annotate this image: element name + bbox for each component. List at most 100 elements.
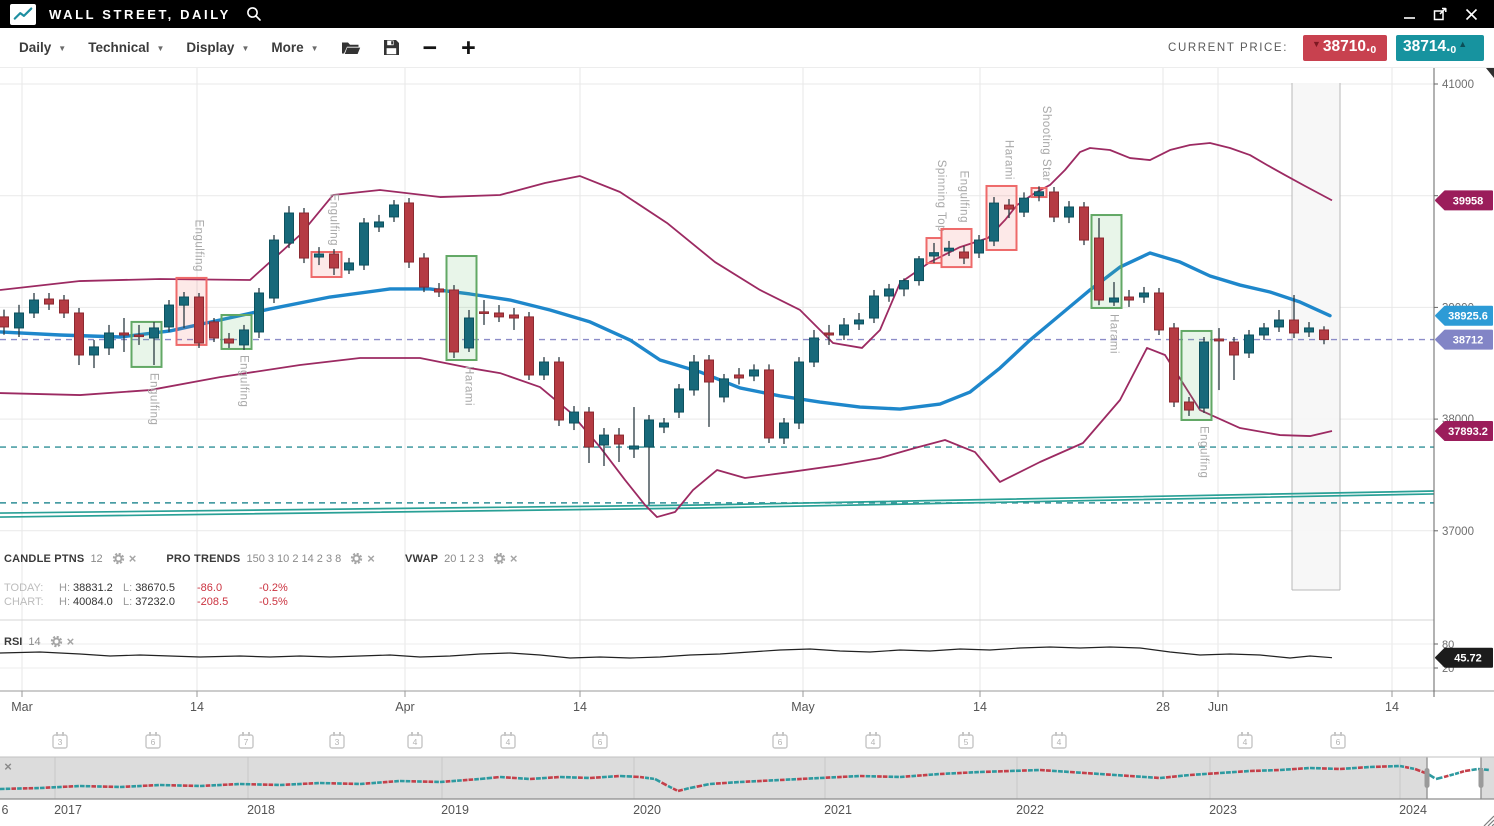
candle[interactable] xyxy=(450,290,459,352)
candle[interactable] xyxy=(810,338,819,362)
candle[interactable] xyxy=(705,360,714,382)
candle[interactable] xyxy=(1290,320,1299,333)
candle[interactable] xyxy=(885,289,894,296)
zoom-out-button[interactable]: − xyxy=(423,38,438,58)
candle[interactable] xyxy=(210,322,219,338)
candle[interactable] xyxy=(195,297,204,343)
candle[interactable] xyxy=(30,300,39,313)
candle[interactable] xyxy=(360,223,369,265)
candle[interactable] xyxy=(975,240,984,253)
candle[interactable] xyxy=(945,248,954,251)
candle[interactable] xyxy=(750,370,759,376)
candle[interactable] xyxy=(675,389,684,412)
close-button[interactable] xyxy=(1465,8,1478,21)
candle[interactable] xyxy=(1185,402,1194,410)
candle[interactable] xyxy=(405,203,414,262)
candle[interactable] xyxy=(780,423,789,438)
candle[interactable] xyxy=(240,330,249,345)
candle[interactable] xyxy=(330,254,339,268)
navigator-close-icon[interactable]: × xyxy=(4,759,12,774)
minimize-button[interactable] xyxy=(1403,8,1416,21)
candle[interactable] xyxy=(375,222,384,227)
candle[interactable] xyxy=(15,313,24,328)
candle[interactable] xyxy=(60,300,69,313)
close-icon[interactable]: × xyxy=(67,636,75,647)
candle[interactable] xyxy=(0,317,9,327)
candle[interactable] xyxy=(720,379,729,397)
gear-icon[interactable] xyxy=(493,552,506,565)
price-chart-canvas[interactable]: EngulfingEngulfingEngulfingEngulfingHara… xyxy=(0,68,1494,826)
menu-more[interactable]: More ▼ xyxy=(271,40,318,55)
search-icon[interactable] xyxy=(246,6,262,22)
candle[interactable] xyxy=(1320,330,1329,340)
candle[interactable] xyxy=(540,362,549,375)
candle[interactable] xyxy=(600,435,609,445)
gear-icon[interactable] xyxy=(350,552,363,565)
menu-display[interactable]: Display ▼ xyxy=(186,40,249,55)
candle[interactable] xyxy=(345,263,354,270)
candle[interactable] xyxy=(465,318,474,348)
candle[interactable] xyxy=(990,203,999,241)
candle[interactable] xyxy=(735,375,744,378)
candle[interactable] xyxy=(165,305,174,327)
sell-price-badge[interactable]: ▼ 38710. 0 xyxy=(1303,35,1387,61)
menu-technical[interactable]: Technical ▼ xyxy=(88,40,164,55)
candle[interactable] xyxy=(1170,328,1179,402)
candle[interactable] xyxy=(1050,192,1059,217)
gear-icon[interactable] xyxy=(112,552,125,565)
candle[interactable] xyxy=(1215,339,1224,341)
candle[interactable] xyxy=(960,252,969,258)
candle[interactable] xyxy=(1245,335,1254,353)
candle[interactable] xyxy=(1080,207,1089,240)
candle[interactable] xyxy=(1110,298,1119,302)
close-icon[interactable]: × xyxy=(510,553,518,564)
candle[interactable] xyxy=(855,320,864,324)
candle[interactable] xyxy=(180,297,189,305)
navigator-handle[interactable] xyxy=(1479,768,1484,788)
candle[interactable] xyxy=(120,333,129,335)
candle[interactable] xyxy=(495,313,504,317)
candle[interactable] xyxy=(1095,238,1104,300)
candle[interactable] xyxy=(765,370,774,438)
candle[interactable] xyxy=(105,333,114,348)
candle[interactable] xyxy=(1005,205,1014,209)
candle[interactable] xyxy=(75,313,84,355)
candle[interactable] xyxy=(690,362,699,390)
axis-collapse-icon[interactable] xyxy=(1486,68,1494,78)
candle[interactable] xyxy=(135,335,144,337)
candle[interactable] xyxy=(1140,293,1149,297)
candle[interactable] xyxy=(90,347,99,355)
candle[interactable] xyxy=(270,240,279,298)
candle[interactable] xyxy=(300,213,309,258)
candle[interactable] xyxy=(570,412,579,423)
candle[interactable] xyxy=(555,362,564,420)
navigator-handle[interactable] xyxy=(1425,768,1430,788)
popout-button[interactable] xyxy=(1433,7,1448,22)
candle[interactable] xyxy=(1305,328,1314,332)
candle[interactable] xyxy=(285,213,294,243)
candle[interactable] xyxy=(255,293,264,332)
candle[interactable] xyxy=(615,435,624,444)
candle[interactable] xyxy=(390,205,399,217)
candle[interactable] xyxy=(1125,297,1134,300)
candle[interactable] xyxy=(435,289,444,292)
candle[interactable] xyxy=(1260,328,1269,335)
candle[interactable] xyxy=(930,253,939,256)
candle[interactable] xyxy=(795,362,804,423)
candle[interactable] xyxy=(525,317,534,375)
candle[interactable] xyxy=(150,328,159,338)
candle[interactable] xyxy=(225,339,234,343)
candle[interactable] xyxy=(1275,320,1284,327)
candle[interactable] xyxy=(510,315,519,318)
candle[interactable] xyxy=(420,258,429,287)
candle[interactable] xyxy=(1230,342,1239,355)
candle[interactable] xyxy=(1035,192,1044,196)
candle[interactable] xyxy=(1155,293,1164,330)
candle[interactable] xyxy=(870,296,879,318)
candle[interactable] xyxy=(900,281,909,289)
candle[interactable] xyxy=(645,420,654,447)
navigator-selection[interactable] xyxy=(1427,757,1481,799)
open-folder-icon[interactable] xyxy=(341,40,361,56)
candle[interactable] xyxy=(45,299,54,304)
candle[interactable] xyxy=(1020,198,1029,212)
